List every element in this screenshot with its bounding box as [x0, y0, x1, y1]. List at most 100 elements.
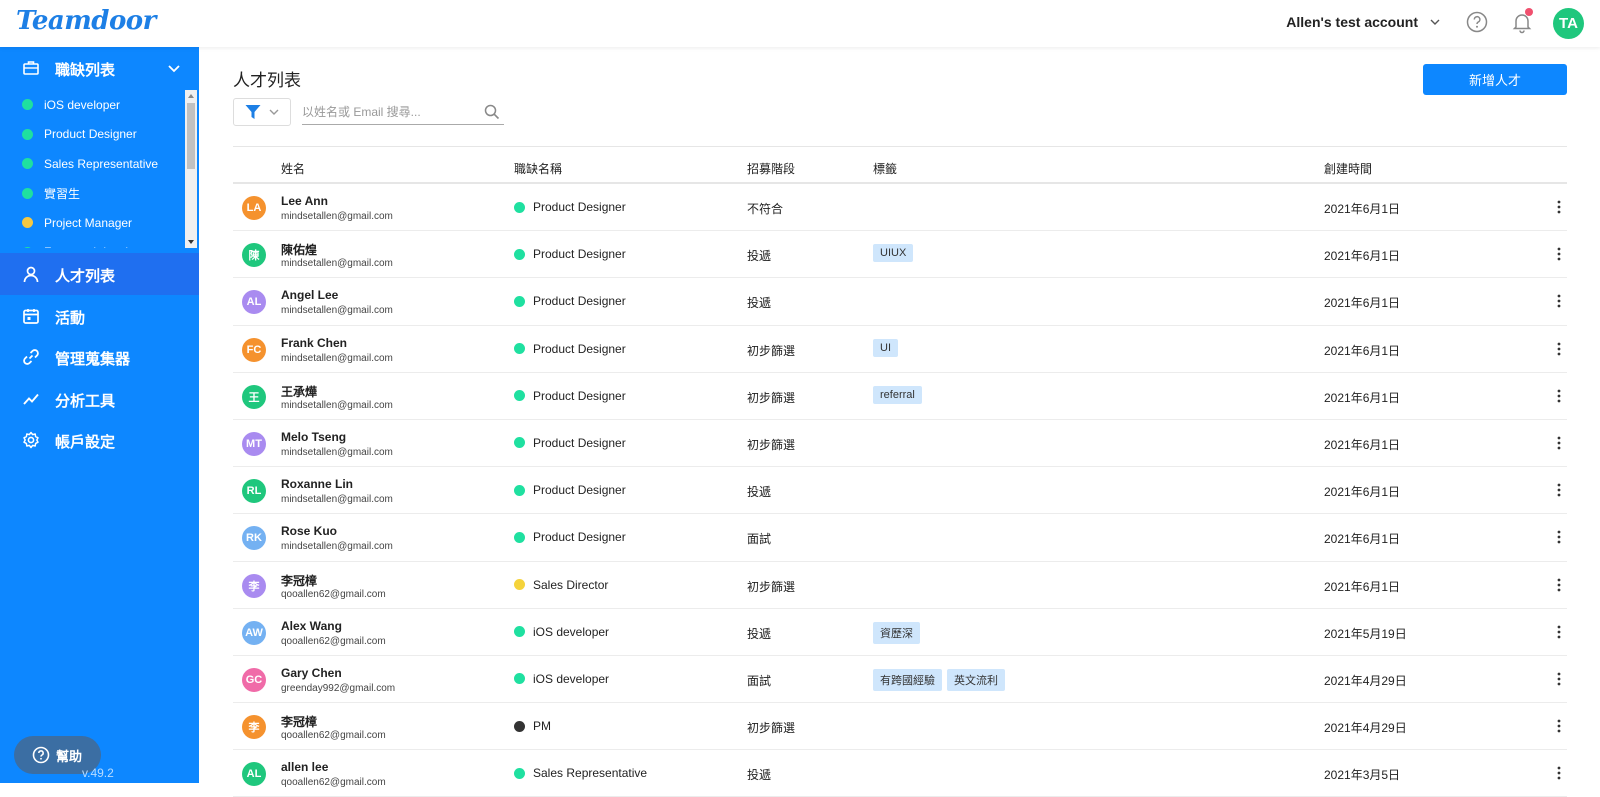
table-row[interactable]: AL Angel Lee mindsetallen@gmail.com Product…: [233, 278, 1567, 326]
table-row[interactable]: FC Frank Chen mindsetallen@gmail.com Produc…: [233, 326, 1567, 373]
candidate-tags: 有跨國經驗 英文流利: [873, 668, 1005, 691]
candidate-avatar: 陳: [242, 243, 266, 268]
job-list-item-label: iOS developer: [44, 97, 121, 112]
job-list-item[interactable]: iOS developer: [0, 90, 185, 120]
search-icon[interactable]: [484, 104, 500, 120]
candidate-stage: 不符合: [747, 202, 784, 216]
more-vertical-icon[interactable]: [1551, 529, 1567, 545]
job-list-header[interactable]: 職缺列表: [0, 47, 199, 90]
more-vertical-icon[interactable]: [1551, 388, 1567, 404]
scroll-up-arrow-icon[interactable]: [187, 92, 195, 100]
candidate-job: Product Designer: [514, 342, 626, 356]
table-row[interactable]: AL allen lee qooallen62@gmail.com Sales Rep…: [233, 750, 1567, 797]
account-switcher[interactable]: Allen's test account: [1286, 14, 1442, 30]
candidate-name[interactable]: 李冠樟: [281, 713, 317, 730]
candidate-job: Product Designer: [514, 200, 626, 214]
candidate-name[interactable]: Roxanne Lin: [281, 477, 353, 491]
more-vertical-icon[interactable]: [1551, 624, 1567, 640]
sidebar-item-collector-manager[interactable]: 管理蒐集器: [0, 336, 199, 378]
table-row[interactable]: MT Melo Tseng mindsetallen@gmail.com Produc…: [233, 420, 1567, 468]
job-list-item-label: Project Manager: [44, 215, 133, 230]
table-row[interactable]: LA Lee Ann mindsetallen@gmail.com Product D…: [233, 184, 1567, 232]
table-row[interactable]: 李李冠樟 qooallen62@gmail.com PM 初步篩選 2021年4月29日: [233, 703, 1567, 751]
job-list-title: 職缺列表: [55, 62, 116, 79]
column-header-name[interactable]: 姓名: [281, 160, 305, 177]
candidate-job-label: Product Designer: [533, 435, 626, 450]
more-vertical-icon[interactable]: [1551, 718, 1567, 734]
more-vertical-icon[interactable]: [1551, 765, 1567, 781]
job-status-dot: [514, 201, 525, 213]
candidate-name[interactable]: Gary Chen: [281, 666, 342, 680]
table-row[interactable]: RL Roxanne Lin mindsetallen@gmail.com Produ…: [233, 467, 1567, 515]
candidate-tag: 資歷深: [873, 621, 920, 644]
candidate-created-date: 2021年6月1日: [1324, 249, 1401, 264]
job-list-item[interactable]: Sales Representative: [0, 149, 185, 179]
candidate-job-label: Sales Director: [533, 577, 609, 592]
candidate-email: mindsetallen@gmail.com: [281, 494, 393, 506]
candidate-name[interactable]: Lee Ann: [281, 194, 328, 208]
candidate-job-label: Product Designer: [533, 294, 626, 309]
candidate-name[interactable]: 陳佑煌: [281, 241, 317, 258]
candidate-name[interactable]: Frank Chen: [281, 336, 347, 350]
filter-button[interactable]: [233, 98, 291, 126]
more-vertical-icon[interactable]: [1551, 482, 1567, 498]
candidate-name[interactable]: Rose Kuo: [281, 524, 337, 538]
sidebar-item-events[interactable]: 活動: [0, 295, 199, 337]
job-status-dot: [22, 187, 33, 199]
briefcase-icon: [23, 61, 39, 75]
sidebar-item-label: 帳戶設定: [55, 434, 116, 451]
candidate-job: Product Designer: [514, 247, 626, 261]
table-row[interactable]: AW Alex Wang qooallen62@gmail.com iOS devel…: [233, 609, 1567, 656]
candidate-name[interactable]: Melo Tseng: [281, 430, 346, 444]
more-vertical-icon[interactable]: [1551, 671, 1567, 687]
help-circle-icon[interactable]: [1466, 11, 1488, 33]
candidate-stage: 初步篩選: [747, 579, 796, 594]
chevron-down-icon: [1430, 19, 1440, 25]
candidate-email: mindsetallen@gmail.com: [281, 399, 393, 411]
sidebar-item-talent-list[interactable]: 人才列表: [0, 253, 199, 295]
candidate-job: Product Designer: [514, 530, 626, 544]
user-avatar[interactable]: TA: [1553, 8, 1584, 39]
job-list-item[interactable]: Project Manager: [0, 208, 185, 238]
candidate-name[interactable]: allen lee: [281, 760, 328, 774]
job-list-item[interactable]: 實習生: [0, 179, 185, 209]
candidate-name[interactable]: Alex Wang: [281, 619, 342, 633]
candidate-created-date: 2021年4月29日: [1324, 673, 1407, 688]
column-header-created[interactable]: 創建時間: [1324, 160, 1372, 177]
sidebar: 職缺列表 iOS developer Product Designer Sales …: [0, 47, 199, 783]
scrollbar-thumb[interactable]: [187, 103, 195, 169]
job-list-item[interactable]: Front-end developer: [0, 238, 185, 248]
table-row[interactable]: 李李冠樟 qooallen62@gmail.com Sales Director 初步…: [233, 562, 1567, 609]
candidate-job-label: Product Designer: [533, 341, 626, 356]
more-vertical-icon[interactable]: [1551, 435, 1567, 451]
more-vertical-icon[interactable]: [1551, 341, 1567, 357]
column-header-tags[interactable]: 標籤: [873, 160, 897, 177]
candidate-job: Product Designer: [514, 294, 626, 308]
candidate-job: PM: [514, 719, 551, 733]
candidate-name[interactable]: 李冠樟: [281, 572, 317, 589]
more-vertical-icon[interactable]: [1551, 293, 1567, 309]
more-vertical-icon[interactable]: [1551, 577, 1567, 593]
job-list-item[interactable]: Product Designer: [0, 120, 185, 150]
more-vertical-icon[interactable]: [1551, 246, 1567, 262]
candidate-name[interactable]: Angel Lee: [281, 288, 338, 302]
table-row[interactable]: RK Rose Kuo mindsetallen@gmail.com Product …: [233, 514, 1567, 562]
candidate-tag: referral: [873, 385, 922, 404]
column-header-stage[interactable]: 招募階段: [747, 160, 795, 177]
candidate-created-date: 2021年6月1日: [1324, 296, 1401, 311]
column-header-job[interactable]: 職缺名稱: [514, 160, 562, 177]
more-vertical-icon[interactable]: [1551, 199, 1567, 215]
sidebar-item-account-settings[interactable]: 帳戶設定: [0, 419, 199, 461]
sidebar-item-label: 管理蒐集器: [55, 351, 131, 368]
job-list-item-label: Sales Representative: [44, 156, 159, 171]
candidate-name[interactable]: 王承燁: [281, 383, 317, 400]
search-input[interactable]: [302, 100, 474, 124]
scroll-down-arrow-icon[interactable]: [187, 238, 195, 246]
teamdoor-logo[interactable]: Teamdoor: [16, 6, 156, 36]
sidebar-item-analytics[interactable]: 分析工具: [0, 378, 199, 420]
add-candidate-button[interactable]: 新增人才: [1423, 64, 1567, 95]
job-list-scrollbar[interactable]: [185, 90, 197, 248]
table-row[interactable]: GC Gary Chen greenday992@gmail.com iOS deve…: [233, 656, 1567, 704]
table-row[interactable]: 王王承燁 mindsetallen@gmail.com Product Design…: [233, 373, 1567, 420]
table-row[interactable]: 陳陳佑煌 mindsetallen@gmail.com Product Design…: [233, 231, 1567, 279]
